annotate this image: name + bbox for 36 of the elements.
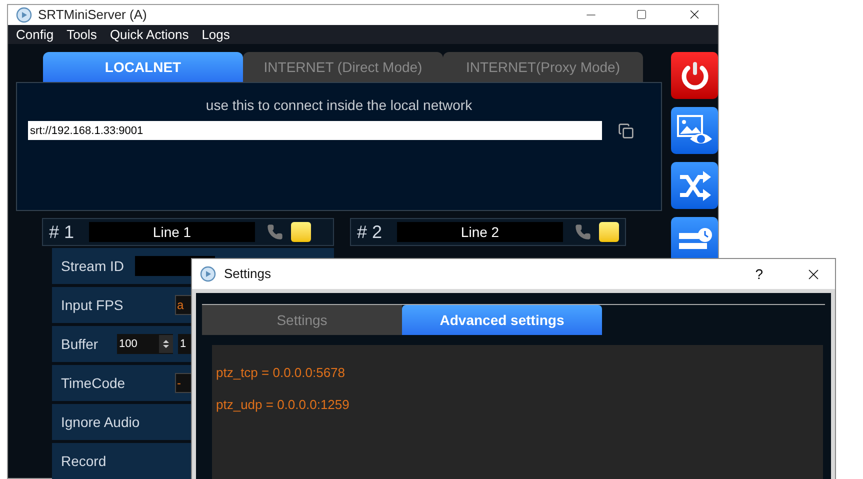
panel-hint: use this to connect inside the local network xyxy=(206,96,472,115)
shuffle-icon xyxy=(678,170,712,202)
app-logo-icon xyxy=(200,266,216,282)
config-editor[interactable]: ptz_tcp = 0.0.0.0:5678 ptz_udp = 0.0.0.0:1259 xyxy=(212,345,823,479)
app-logo-icon xyxy=(16,6,32,23)
line-name-field[interactable]: Line 1 xyxy=(89,222,255,242)
line-number: # 1 xyxy=(49,220,76,244)
menu-item[interactable]: Tools xyxy=(66,24,97,44)
phone-icon[interactable] xyxy=(267,224,283,240)
row-label: Input FPS xyxy=(61,296,124,315)
spin-arrows-icon[interactable] xyxy=(159,335,173,353)
shuffle-button[interactable] xyxy=(671,162,718,209)
help-button[interactable]: ? xyxy=(755,264,763,284)
status-indicator-icon xyxy=(291,222,311,242)
config-line: ptz_udp = 0.0.0.0:1259 xyxy=(216,397,350,413)
row-label: TimeCode xyxy=(61,374,126,392)
row-label: Buffer xyxy=(61,334,100,354)
config-line: ptz_tcp = 0.0.0.0:5678 xyxy=(216,365,346,381)
window-title: SRTMiniServer (A) xyxy=(38,6,148,24)
menu-item[interactable]: Quick Actions xyxy=(110,24,189,44)
dialog-title: Settings xyxy=(224,265,272,284)
line-number: # 2 xyxy=(357,220,384,244)
row-label: Record xyxy=(61,452,108,470)
copy-icon[interactable] xyxy=(618,122,634,138)
status-indicator-icon xyxy=(599,222,619,242)
menu-item[interactable]: Config xyxy=(16,24,54,44)
power-button[interactable] xyxy=(671,52,718,99)
maximize-icon[interactable] xyxy=(636,9,647,20)
line-name-field[interactable]: Line 2 xyxy=(397,222,563,242)
row-label: Ignore Audio xyxy=(61,412,140,432)
menu-item[interactable]: Logs xyxy=(202,24,230,44)
phone-icon[interactable] xyxy=(575,224,591,240)
row-label: Stream ID xyxy=(61,256,126,276)
url-field[interactable]: srt://192.168.1.33:9001 xyxy=(28,121,602,140)
preview-button[interactable] xyxy=(671,107,718,154)
spin-field[interactable]: 100 xyxy=(117,334,173,354)
